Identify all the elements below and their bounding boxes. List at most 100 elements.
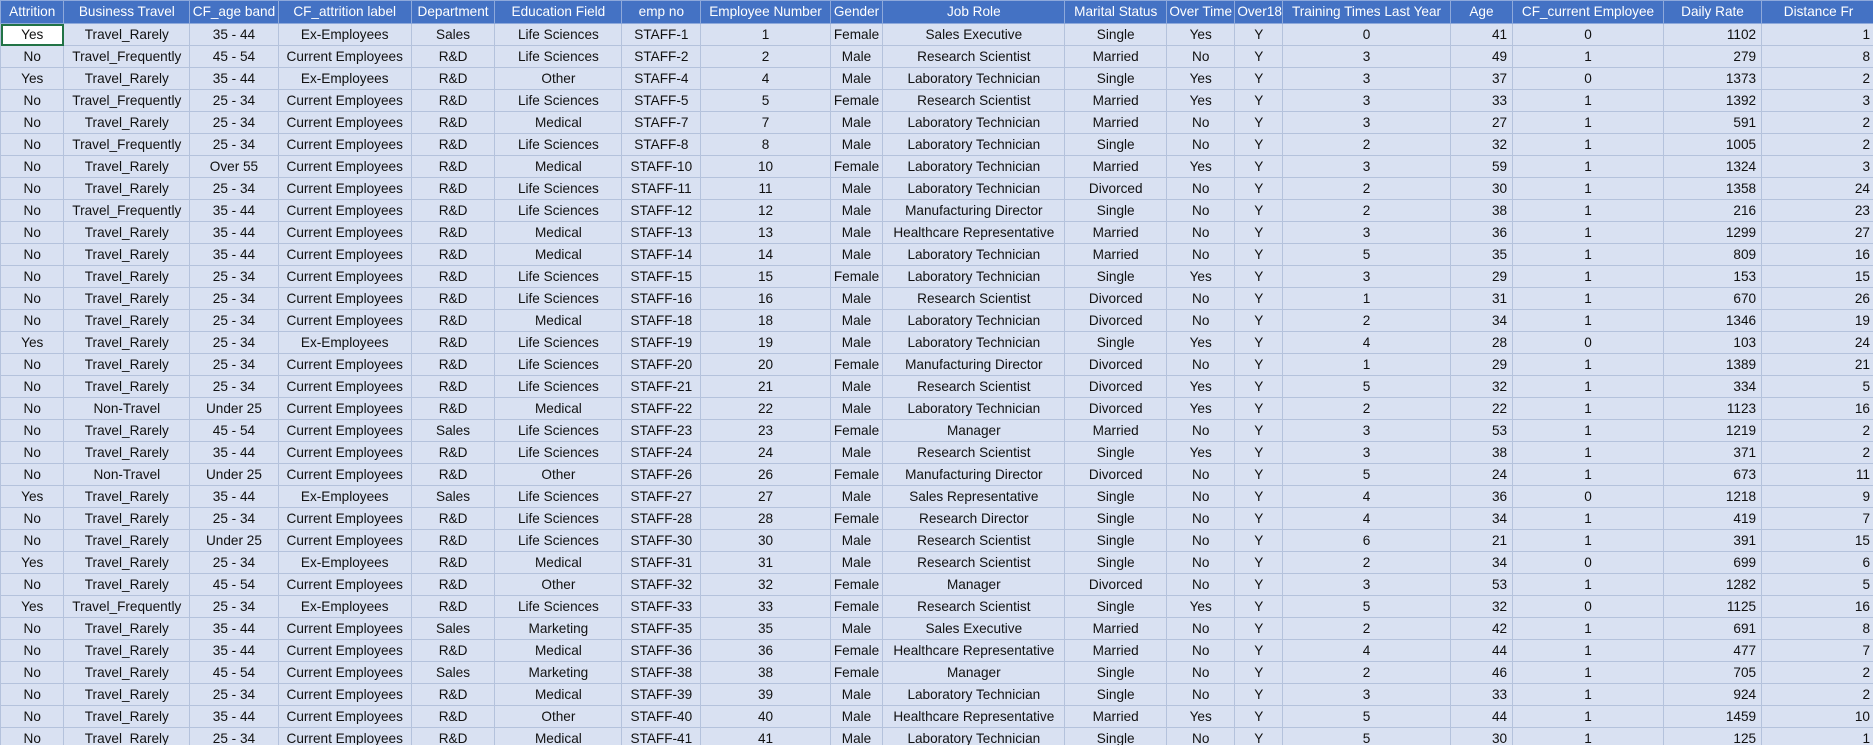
table-cell[interactable]: 5	[1282, 375, 1451, 398]
table-cell[interactable]: 705	[1662, 661, 1763, 684]
table-cell[interactable]: 1	[1282, 353, 1451, 376]
table-cell[interactable]: Travel_Rarely	[63, 573, 191, 596]
table-cell[interactable]: 26	[1761, 287, 1873, 310]
table-cell[interactable]: No	[0, 661, 65, 684]
table-cell[interactable]: Healthcare Representative	[882, 639, 1066, 662]
table-cell[interactable]: Medical	[494, 243, 623, 266]
table-cell[interactable]: Medical	[494, 551, 623, 574]
table-cell[interactable]: STAFF-22	[621, 397, 702, 420]
table-cell[interactable]: Ex-Employees	[277, 551, 412, 574]
table-cell[interactable]: R&D	[410, 529, 496, 552]
table-cell[interactable]: 5	[700, 89, 831, 112]
table-cell[interactable]: Yes	[1166, 397, 1236, 420]
table-cell[interactable]: No	[0, 111, 65, 134]
table-cell[interactable]: 44	[1449, 705, 1514, 728]
table-cell[interactable]: No	[0, 265, 65, 288]
table-cell[interactable]: Y	[1234, 177, 1284, 200]
table-cell[interactable]: 35 - 44	[189, 639, 279, 662]
table-cell[interactable]: No	[1166, 507, 1236, 530]
table-cell[interactable]: 691	[1662, 617, 1763, 640]
table-cell[interactable]: No	[1166, 485, 1236, 508]
table-cell[interactable]: Female	[829, 639, 884, 662]
table-cell[interactable]: 1	[1512, 683, 1664, 706]
table-cell[interactable]: Single	[1064, 441, 1168, 464]
table-cell[interactable]: R&D	[410, 155, 496, 178]
table-cell[interactable]: Yes	[1166, 23, 1236, 46]
table-cell[interactable]: STAFF-21	[621, 375, 702, 398]
column-header[interactable]: Employee Number	[700, 0, 831, 24]
table-cell[interactable]: 8	[1761, 45, 1873, 68]
table-cell[interactable]: Marketing	[494, 617, 623, 640]
table-cell[interactable]: Female	[829, 419, 884, 442]
table-cell[interactable]: Laboratory Technician	[882, 397, 1066, 420]
table-cell[interactable]: 25 - 34	[189, 507, 279, 530]
table-cell[interactable]: 2	[1761, 683, 1873, 706]
table-cell[interactable]: R&D	[410, 353, 496, 376]
table-cell[interactable]: Current Employees	[277, 287, 412, 310]
table-cell[interactable]: 30	[700, 529, 831, 552]
table-cell[interactable]: 2	[1282, 397, 1451, 420]
table-cell[interactable]: Laboratory Technician	[882, 243, 1066, 266]
table-cell[interactable]: 25 - 34	[189, 683, 279, 706]
table-cell[interactable]: Female	[829, 463, 884, 486]
table-cell[interactable]: Travel_Rarely	[63, 485, 191, 508]
table-cell[interactable]: Medical	[494, 639, 623, 662]
table-cell[interactable]: R&D	[410, 111, 496, 134]
table-cell[interactable]: 46	[1449, 661, 1514, 684]
table-cell[interactable]: 1324	[1662, 155, 1763, 178]
table-cell[interactable]: 29	[1449, 353, 1514, 376]
table-cell[interactable]: Ex-Employees	[277, 485, 412, 508]
table-cell[interactable]: 1	[1512, 419, 1664, 442]
table-cell[interactable]: No	[1166, 639, 1236, 662]
table-cell[interactable]: 3	[1282, 45, 1451, 68]
table-cell[interactable]: 40	[700, 705, 831, 728]
table-cell[interactable]: Travel_Frequently	[63, 595, 191, 618]
table-cell[interactable]: Yes	[1166, 265, 1236, 288]
table-cell[interactable]: Female	[829, 507, 884, 530]
table-cell[interactable]: 11	[700, 177, 831, 200]
table-cell[interactable]: 11	[1761, 463, 1873, 486]
table-cell[interactable]: R&D	[410, 573, 496, 596]
table-cell[interactable]: 35 - 44	[189, 243, 279, 266]
table-cell[interactable]: STAFF-20	[621, 353, 702, 376]
table-cell[interactable]: Sales	[410, 419, 496, 442]
table-cell[interactable]: Sales Representative	[882, 485, 1066, 508]
table-cell[interactable]: 13	[700, 221, 831, 244]
table-cell[interactable]: 26	[700, 463, 831, 486]
table-cell[interactable]: 3	[1282, 221, 1451, 244]
table-cell[interactable]: 1	[1512, 617, 1664, 640]
table-cell[interactable]: 1392	[1662, 89, 1763, 112]
table-cell[interactable]: Y	[1234, 287, 1284, 310]
table-cell[interactable]: Male	[829, 111, 884, 134]
table-cell[interactable]: 1102	[1662, 23, 1763, 46]
table-cell[interactable]: 16	[700, 287, 831, 310]
table-cell[interactable]: Other	[494, 705, 623, 728]
table-cell[interactable]: Current Employees	[277, 45, 412, 68]
table-cell[interactable]: Life Sciences	[494, 419, 623, 442]
table-cell[interactable]: 25 - 34	[189, 551, 279, 574]
column-header[interactable]: Training Times Last Year	[1282, 0, 1451, 24]
table-cell[interactable]: Medical	[494, 727, 623, 745]
table-cell[interactable]: 35 - 44	[189, 705, 279, 728]
table-cell[interactable]: Y	[1234, 221, 1284, 244]
table-cell[interactable]: 2	[1282, 309, 1451, 332]
table-cell[interactable]: 2	[1282, 551, 1451, 574]
table-cell[interactable]: Single	[1064, 529, 1168, 552]
table-cell[interactable]: Current Employees	[277, 155, 412, 178]
table-cell[interactable]: 28	[700, 507, 831, 530]
table-cell[interactable]: R&D	[410, 45, 496, 68]
table-cell[interactable]: 2	[1761, 661, 1873, 684]
table-cell[interactable]: Manager	[882, 419, 1066, 442]
table-cell[interactable]: No	[0, 529, 65, 552]
table-cell[interactable]: 1358	[1662, 177, 1763, 200]
table-cell[interactable]: STAFF-27	[621, 485, 702, 508]
table-cell[interactable]: Ex-Employees	[277, 67, 412, 90]
table-cell[interactable]: No	[0, 45, 65, 68]
table-cell[interactable]: 8	[700, 133, 831, 156]
table-cell[interactable]: Manufacturing Director	[882, 199, 1066, 222]
table-cell[interactable]: Y	[1234, 705, 1284, 728]
table-cell[interactable]: Non-Travel	[63, 397, 191, 420]
table-cell[interactable]: 1459	[1662, 705, 1763, 728]
table-cell[interactable]: Single	[1064, 595, 1168, 618]
table-cell[interactable]: 279	[1662, 45, 1763, 68]
